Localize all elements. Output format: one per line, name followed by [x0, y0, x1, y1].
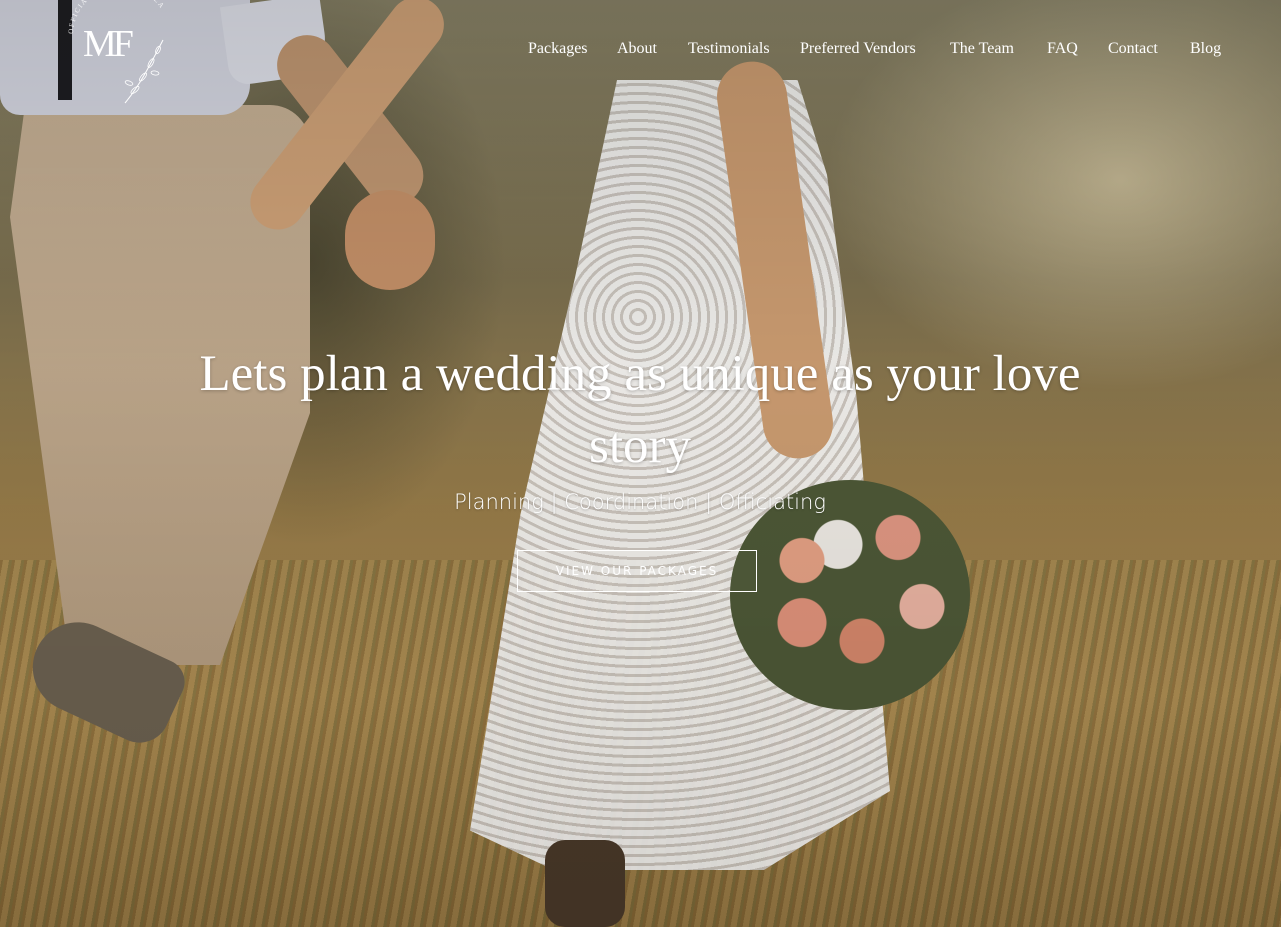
main-navigation: Packages About Testimonials Preferred Ve…: [0, 40, 1281, 68]
nav-item-the-team[interactable]: The Team: [950, 40, 1014, 58]
nav-item-about[interactable]: About: [617, 40, 657, 58]
hero-headline: Lets plan a wedding as unique as your lo…: [199, 346, 1081, 474]
nav-item-packages[interactable]: Packages: [528, 40, 588, 58]
hero-subline: Planning | Coordination | Officiating: [454, 490, 826, 514]
nav-item-faq[interactable]: FAQ: [1047, 40, 1078, 58]
nav-item-preferred-vendors[interactable]: Preferred Vendors: [800, 40, 916, 58]
nav-item-blog[interactable]: Blog: [1190, 40, 1221, 58]
nav-item-testimonials[interactable]: Testimonials: [688, 40, 770, 58]
view-packages-button[interactable]: VIEW OUR PACKAGES: [517, 550, 757, 592]
nav-item-contact[interactable]: Contact: [1108, 40, 1158, 58]
